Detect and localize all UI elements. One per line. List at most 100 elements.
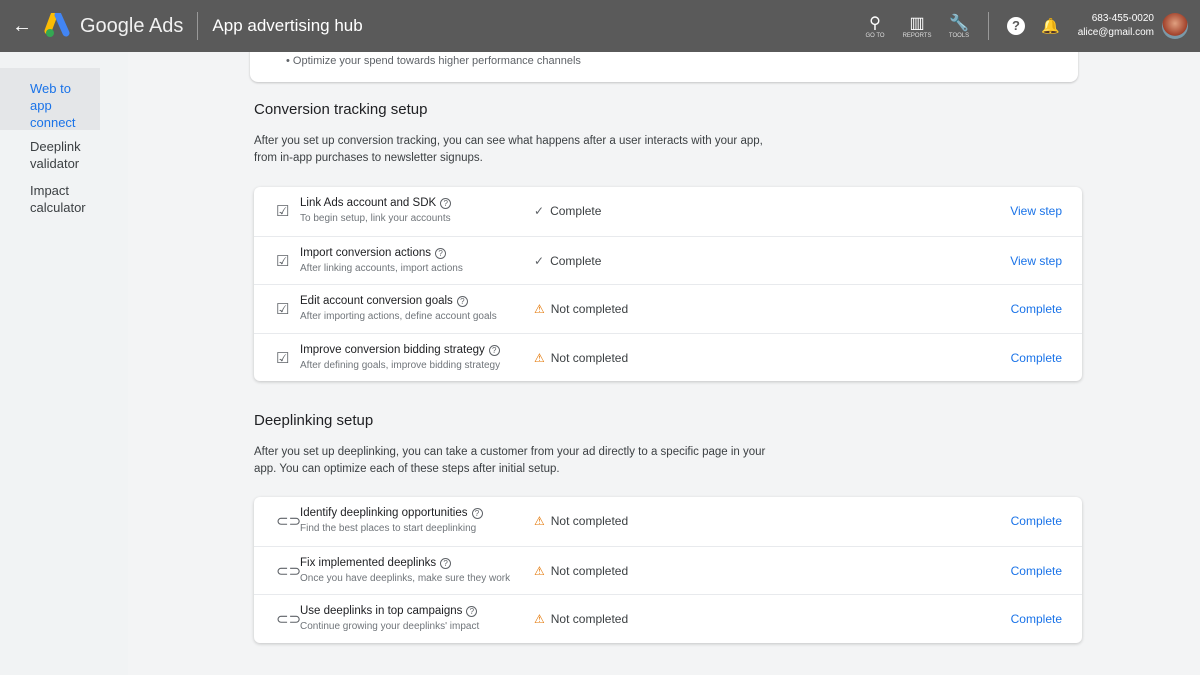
status-text: Not completed (550, 563, 629, 578)
divider (197, 12, 199, 40)
sidebar-item-deeplink-validator[interactable]: Deeplink validator (0, 138, 100, 172)
main-content: • Optimize your spend towards higher per… (128, 52, 1200, 675)
checklist-icon: ☑ (276, 252, 290, 270)
step-status: ⚠ Not completed (534, 564, 628, 578)
step-title: Link Ads account and SDK? (300, 197, 452, 209)
account-info[interactable]: 683-455-0020 alice@gmail.com (1078, 12, 1154, 40)
step-title: Import conversion actions? (300, 246, 447, 259)
link-icon: ⊂⊃ (276, 513, 302, 530)
step-action-link[interactable]: Complete (1011, 612, 1062, 626)
step-title: Identify deeplinking opportunities? (300, 507, 483, 519)
step-title-text: Link Ads account and SDK (300, 197, 437, 209)
step-subtitle: To begin setup, link your accounts (300, 213, 451, 224)
search-icon: ⚲ (869, 15, 881, 32)
step-status: ✓ Complete (534, 254, 601, 268)
reports-button[interactable]: ▥ REPORTS (896, 13, 938, 39)
step-title-text: Identify deeplinking opportunities (300, 507, 468, 519)
reports-icon: ▥ (909, 15, 925, 32)
check-icon: ✓ (534, 253, 545, 268)
page-title: App advertising hub (212, 16, 363, 35)
status-text: Not completed (550, 514, 629, 528)
tool-label: TOOLS (948, 33, 970, 39)
warning-icon: ⚠ (534, 350, 545, 365)
step-subtitle: After importing actions, define account … (300, 311, 497, 322)
checklist-icon: ☑ (276, 203, 290, 220)
account-id: 683-455-0020 (1091, 13, 1154, 24)
arrow-left-icon[interactable]: ← (12, 15, 36, 38)
sidebar: Web to app connect Deeplink validator Im… (0, 52, 128, 675)
help-icon[interactable]: ? (440, 557, 452, 569)
step-row: ☑ Import conversion actions? After linki… (254, 235, 1082, 285)
warning-icon: ⚠ (534, 612, 545, 626)
status-text: Complete (550, 204, 602, 218)
step-title: Fix implemented deeplinks? (300, 556, 452, 569)
link-icon: ⊂⊃ (276, 611, 302, 628)
step-title-text: Use deeplinks in top campaigns (300, 605, 463, 617)
help-icon[interactable]: ? (466, 606, 478, 617)
check-icon: ✓ (534, 204, 545, 218)
step-action-link[interactable]: Complete (1011, 514, 1062, 528)
step-action-link[interactable]: Complete (1011, 564, 1062, 578)
account-email: alice@gmail.com (1077, 27, 1154, 38)
wrench-icon: 🔧 (949, 15, 969, 32)
step-row: ☑ Link Ads account and SDK? To begin set… (254, 187, 1082, 236)
step-row: ⊂⊃ Use deeplinks in top campaigns? Conti… (254, 594, 1082, 643)
step-row: ☑ Edit account conversion goals? After i… (254, 284, 1082, 333)
help-icon[interactable]: ? (440, 198, 452, 209)
step-subtitle: After defining goals, improve bidding st… (300, 359, 501, 371)
step-action-link[interactable]: View step (1010, 254, 1062, 268)
google-ads-logo (44, 11, 72, 39)
step-action-link[interactable]: View step (1010, 204, 1062, 218)
status-text: Not completed (550, 302, 629, 316)
goto-button[interactable]: ⚲ GO TO (854, 13, 896, 39)
divider (988, 12, 990, 40)
status-text: Not completed (550, 350, 629, 365)
step-subtitle: After linking accounts, import actions (300, 262, 463, 274)
tool-label: GO TO (865, 33, 885, 39)
top-card: • Optimize your spend towards higher per… (250, 52, 1078, 82)
step-action-link[interactable]: Complete (1011, 351, 1062, 365)
help-icon[interactable]: ? (488, 344, 500, 356)
step-title: Use deeplinks in top campaigns? (300, 605, 478, 617)
step-title-text: Import conversion actions (300, 246, 432, 259)
sidebar-item-web-to-app[interactable]: Web to app connect (0, 68, 100, 130)
step-title-text: Edit account conversion goals (300, 295, 453, 307)
step-subtitle: Continue growing your deeplinks' impact (300, 621, 480, 632)
step-title-text: Fix implemented deeplinks (300, 556, 437, 569)
step-status: ⚠ Not completed (534, 612, 628, 626)
sidebar-item-impact-calculator[interactable]: Impact calculator (0, 182, 100, 216)
step-status: ⚠ Not completed (534, 351, 628, 365)
step-row: ☑ Improve conversion bidding strategy? A… (254, 332, 1082, 382)
link-icon: ⊂⊃ (276, 562, 302, 580)
warning-icon: ⚠ (534, 514, 545, 528)
step-title: Improve conversion bidding strategy? (300, 344, 500, 356)
warning-icon: ⚠ (534, 563, 545, 578)
step-status: ⚠ Not completed (534, 514, 628, 528)
help-icon[interactable]: ? (456, 296, 468, 307)
top-card-text: • Optimize your spend towards higher per… (286, 55, 581, 67)
brand-name: Google Ads (80, 14, 184, 37)
step-status: ✓ Complete (534, 204, 601, 218)
help-icon[interactable]: ? (1007, 17, 1026, 35)
checklist-icon: ☑ (276, 349, 290, 367)
step-title: Edit account conversion goals? (300, 295, 468, 307)
step-status: ⚠ Not completed (534, 302, 628, 316)
avatar[interactable] (1162, 13, 1188, 39)
step-row: ⊂⊃ Fix implemented deeplinks? Once you h… (254, 545, 1082, 595)
section-title: Conversion tracking setup (254, 101, 428, 118)
help-icon[interactable]: ? (435, 247, 447, 259)
status-text: Not completed (550, 612, 629, 626)
step-action-link[interactable]: Complete (1011, 302, 1062, 316)
top-app-bar: ← Google Ads App advertising hub ⚲ GO TO … (0, 0, 1200, 52)
tool-label: REPORTS (902, 33, 932, 39)
conversion-steps-card: ☑ Link Ads account and SDK? To begin set… (254, 187, 1082, 381)
step-subtitle: Find the best places to start deeplinkin… (300, 523, 477, 534)
step-title-text: Improve conversion bidding strategy (300, 343, 485, 356)
deeplinking-steps-card: ⊂⊃ Identify deeplinking opportunities? F… (254, 497, 1082, 643)
warning-icon: ⚠ (534, 302, 545, 316)
step-row: ⊂⊃ Identify deeplinking opportunities? F… (254, 497, 1082, 546)
bell-icon[interactable]: 🔔 (1041, 17, 1060, 35)
help-icon[interactable]: ? (471, 508, 483, 519)
section-description: After you set up deeplinking, you can ta… (254, 446, 766, 475)
tools-button[interactable]: 🔧 TOOLS (938, 13, 980, 39)
